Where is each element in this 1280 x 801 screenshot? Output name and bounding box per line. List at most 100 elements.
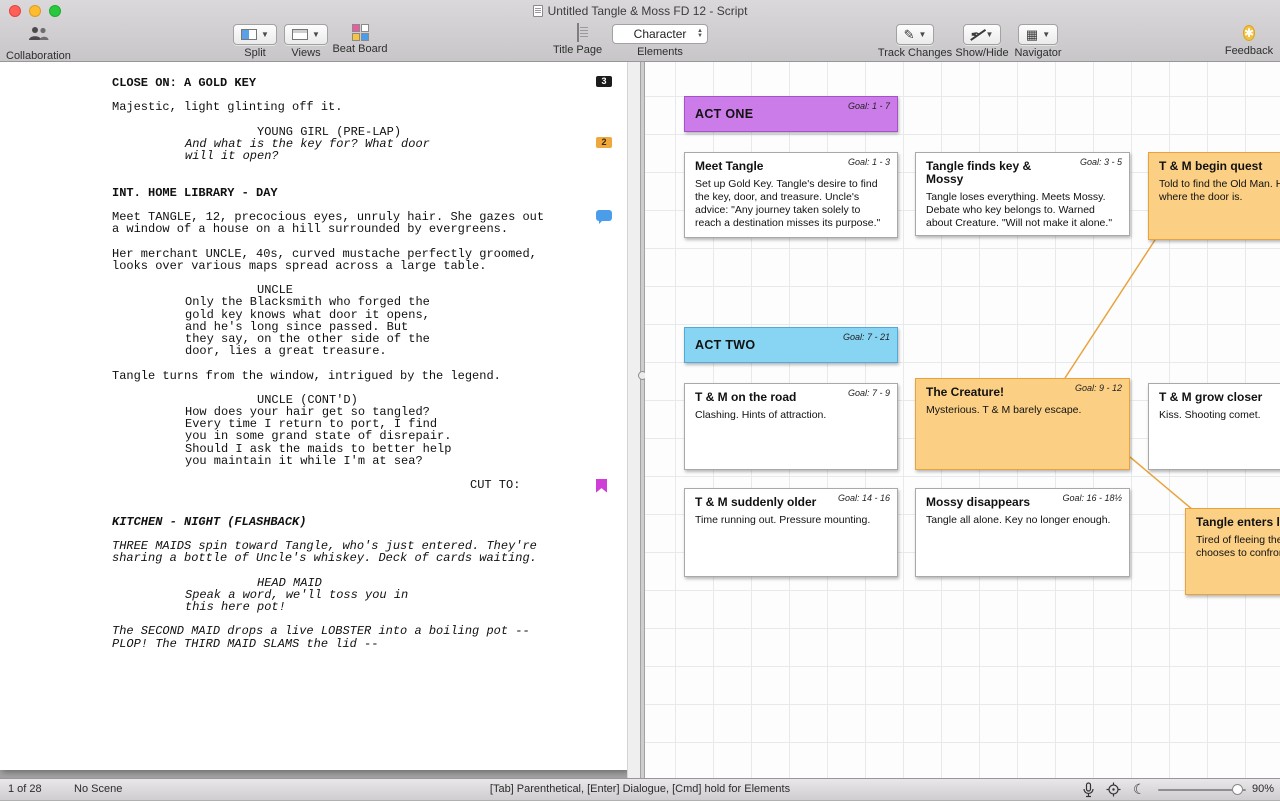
- script-line-dial[interactable]: door, lies a great treasure.: [185, 345, 607, 357]
- script-line-action[interactable]: a window of a house on a hill surrounded…: [112, 223, 607, 235]
- script-line-scene[interactable]: INT. HOME LIBRARY - DAY: [112, 187, 607, 199]
- card-body: Told to find the Old Man. He knows where…: [1159, 178, 1280, 204]
- script-line-blank[interactable]: [0, 175, 607, 187]
- elements-popup[interactable]: Character ▲▼: [612, 24, 708, 44]
- toolbar-elements[interactable]: Character ▲▼ Elements: [611, 24, 709, 58]
- script-line-blank[interactable]: [0, 565, 607, 577]
- script-line-action[interactable]: Majestic, light glinting off it.: [112, 101, 607, 113]
- popup-chevrons-icon: ▲▼: [697, 29, 703, 39]
- script-line-dial[interactable]: Should I ask the maids to better help: [185, 443, 607, 455]
- zoom-percentage: 90%: [1252, 783, 1274, 795]
- card-body: Time running out. Pressure mounting.: [695, 514, 887, 527]
- toolbar-title-page[interactable]: Title Page: [550, 24, 605, 56]
- script-line-dial[interactable]: Only the Blacksmith who forged the: [185, 296, 607, 308]
- script-line-dial[interactable]: you in some grand state of disrepair.: [185, 430, 607, 442]
- script-line-action[interactable]: sharing a bottle of Uncle's whiskey. Dec…: [112, 552, 607, 564]
- window-title: Untitled Tangle & Moss FD 12 - Script: [548, 4, 748, 18]
- beat-card[interactable]: T & M grow closer Kiss. Shooting comet.: [1148, 383, 1280, 470]
- chevron-down-icon: ▼: [261, 31, 269, 39]
- slashed-pen-icon: ✒: [971, 28, 982, 41]
- toolbar-beat-board[interactable]: Beat Board: [330, 24, 390, 55]
- target-locate-icon[interactable]: [1106, 782, 1121, 800]
- toolbar-navigator[interactable]: ▦ ▼ Navigator: [1010, 24, 1066, 59]
- beat-card[interactable]: T & M suddenly olderGoal: 14 - 16Time ru…: [684, 488, 898, 577]
- script-line-scene[interactable]: KITCHEN - NIGHT (FLASHBACK): [112, 516, 607, 528]
- statusbar: 1 of 28 No Scene [Tab] Parenthetical, [E…: [0, 778, 1280, 800]
- card-body: Tangle loses everything. Meets Mossy. De…: [926, 191, 1119, 229]
- card-goal: Goal: 1 - 7: [848, 101, 890, 111]
- act-card[interactable]: ACT ONEGoal: 1 - 7: [684, 96, 898, 132]
- script-page[interactable]: CLOSE ON: A GOLD KEY Majestic, light gli…: [0, 62, 627, 770]
- beat-card[interactable]: T & M begin quest Told to find the Old Ma…: [1148, 152, 1280, 240]
- act-card[interactable]: ACT TWOGoal: 7 - 21: [684, 327, 898, 363]
- content-area: CLOSE ON: A GOLD KEY Majestic, light gli…: [0, 62, 1280, 778]
- script-line-dial[interactable]: this here pot!: [185, 601, 607, 613]
- dictation-mic-icon[interactable]: [1082, 782, 1095, 801]
- card-body: Kiss. Shooting comet.: [1159, 409, 1280, 422]
- script-line-blank[interactable]: [0, 114, 607, 126]
- grid-table-icon: ▦: [1026, 28, 1038, 41]
- chevron-down-icon: ▼: [312, 31, 320, 39]
- toolbar-show-hide[interactable]: ✒ ▼ Show/Hide: [953, 24, 1011, 59]
- script-line-blank[interactable]: [0, 235, 607, 247]
- window-header: Untitled Tangle & Moss FD 12 - Script Co…: [0, 0, 1280, 62]
- script-line-blank[interactable]: [0, 504, 607, 516]
- chevron-down-icon: ▼: [1042, 31, 1050, 39]
- split-button[interactable]: ▼: [233, 24, 277, 45]
- toolbar-track-changes[interactable]: ✎ ▼ Track Changes: [876, 24, 954, 59]
- script-line-dial[interactable]: gold key knows what door it opens,: [185, 309, 607, 321]
- card-goal: Goal: 3 - 5: [1080, 157, 1122, 167]
- toolbar-collaboration[interactable]: Collaboration: [6, 24, 70, 62]
- navigator-button[interactable]: ▦ ▼: [1018, 24, 1058, 45]
- beat-card[interactable]: Meet TangleGoal: 1 - 3Set up Gold Key. T…: [684, 152, 898, 238]
- night-mode-moon-icon[interactable]: ☾: [1133, 781, 1146, 798]
- beat-card[interactable]: Tangle enters lairTired of fleeing the C…: [1185, 508, 1280, 595]
- script-line-trans[interactable]: CUT TO:: [470, 479, 607, 491]
- app-window: Untitled Tangle & Moss FD 12 - Script Co…: [0, 0, 1280, 800]
- script-note-icon[interactable]: [596, 210, 612, 221]
- script-line-blank[interactable]: [0, 162, 607, 174]
- pencil-icon: ✎: [904, 28, 915, 41]
- script-line-blank[interactable]: [0, 491, 607, 503]
- script-line-dial[interactable]: you maintain it while I'm at sea?: [185, 455, 607, 467]
- script-line-action[interactable]: The SECOND MAID drops a live LOBSTER int…: [112, 625, 607, 637]
- toolbar-views[interactable]: ▼ Views: [282, 24, 330, 59]
- feedback-icon: ✱: [1243, 25, 1255, 41]
- show-hide-button[interactable]: ✒ ▼: [963, 24, 1002, 45]
- script-line-action[interactable]: Her merchant UNCLE, 40s, curved mustache…: [112, 248, 607, 260]
- beat-board-pane[interactable]: ACT ONEGoal: 1 - 7 Meet TangleGoal: 1 - 3…: [645, 62, 1280, 778]
- zoom-slider[interactable]: [1158, 789, 1246, 791]
- script-line-blank[interactable]: [0, 272, 607, 284]
- script-line-blank[interactable]: [0, 357, 607, 369]
- script-line-action[interactable]: looks over various maps spread across a …: [112, 260, 607, 272]
- collaboration-icon: [25, 24, 51, 43]
- script-scrollbar-track[interactable]: [627, 62, 640, 778]
- chevron-down-icon: ▼: [985, 31, 993, 39]
- scene-note-badge[interactable]: 3: [596, 76, 612, 87]
- script-line-dial[interactable]: will it open?: [185, 150, 607, 162]
- beat-card[interactable]: Tangle finds key & MossyGoal: 3 - 5Tangl…: [915, 152, 1130, 236]
- beat-card[interactable]: T & M on the roadGoal: 7 - 9Clashing. Hi…: [684, 383, 898, 470]
- track-changes-button[interactable]: ✎ ▼: [896, 24, 935, 45]
- toolbar-feedback[interactable]: ✱ Feedback: [1222, 24, 1276, 57]
- scene-note-badge[interactable]: 2: [596, 137, 612, 148]
- card-body: Mysterious. T & M barely escape.: [926, 404, 1119, 417]
- script-line-action[interactable]: Tangle turns from the window, intrigued …: [112, 370, 607, 382]
- elements-current-value: Character: [623, 27, 697, 41]
- zoom-slider-thumb[interactable]: [1232, 784, 1243, 795]
- beat-card[interactable]: Mossy disappearsGoal: 16 - 18½Tangle all…: [915, 488, 1130, 577]
- split-pane-icon: [241, 29, 257, 40]
- card-title: ACT TWO: [695, 338, 755, 352]
- track-changes-label: Track Changes: [876, 47, 954, 59]
- toolbar: Collaboration ▼ Split ▼ Views: [0, 22, 1280, 62]
- toolbar-split[interactable]: ▼ Split: [230, 24, 280, 59]
- card-title: T & M grow closer: [1159, 391, 1280, 404]
- title-page-icon: [577, 23, 579, 42]
- card-title: T & M begin quest: [1159, 160, 1280, 173]
- script-line-scene[interactable]: CLOSE ON: A GOLD KEY: [112, 77, 607, 89]
- split-label: Split: [230, 47, 280, 59]
- views-button[interactable]: ▼: [284, 24, 328, 45]
- beat-card[interactable]: The Creature!Goal: 9 - 12Mysterious. T &…: [915, 378, 1130, 470]
- collaboration-label: Collaboration: [6, 50, 70, 62]
- script-line-action[interactable]: PLOP! The THIRD MAID SLAMS the lid --: [112, 638, 607, 650]
